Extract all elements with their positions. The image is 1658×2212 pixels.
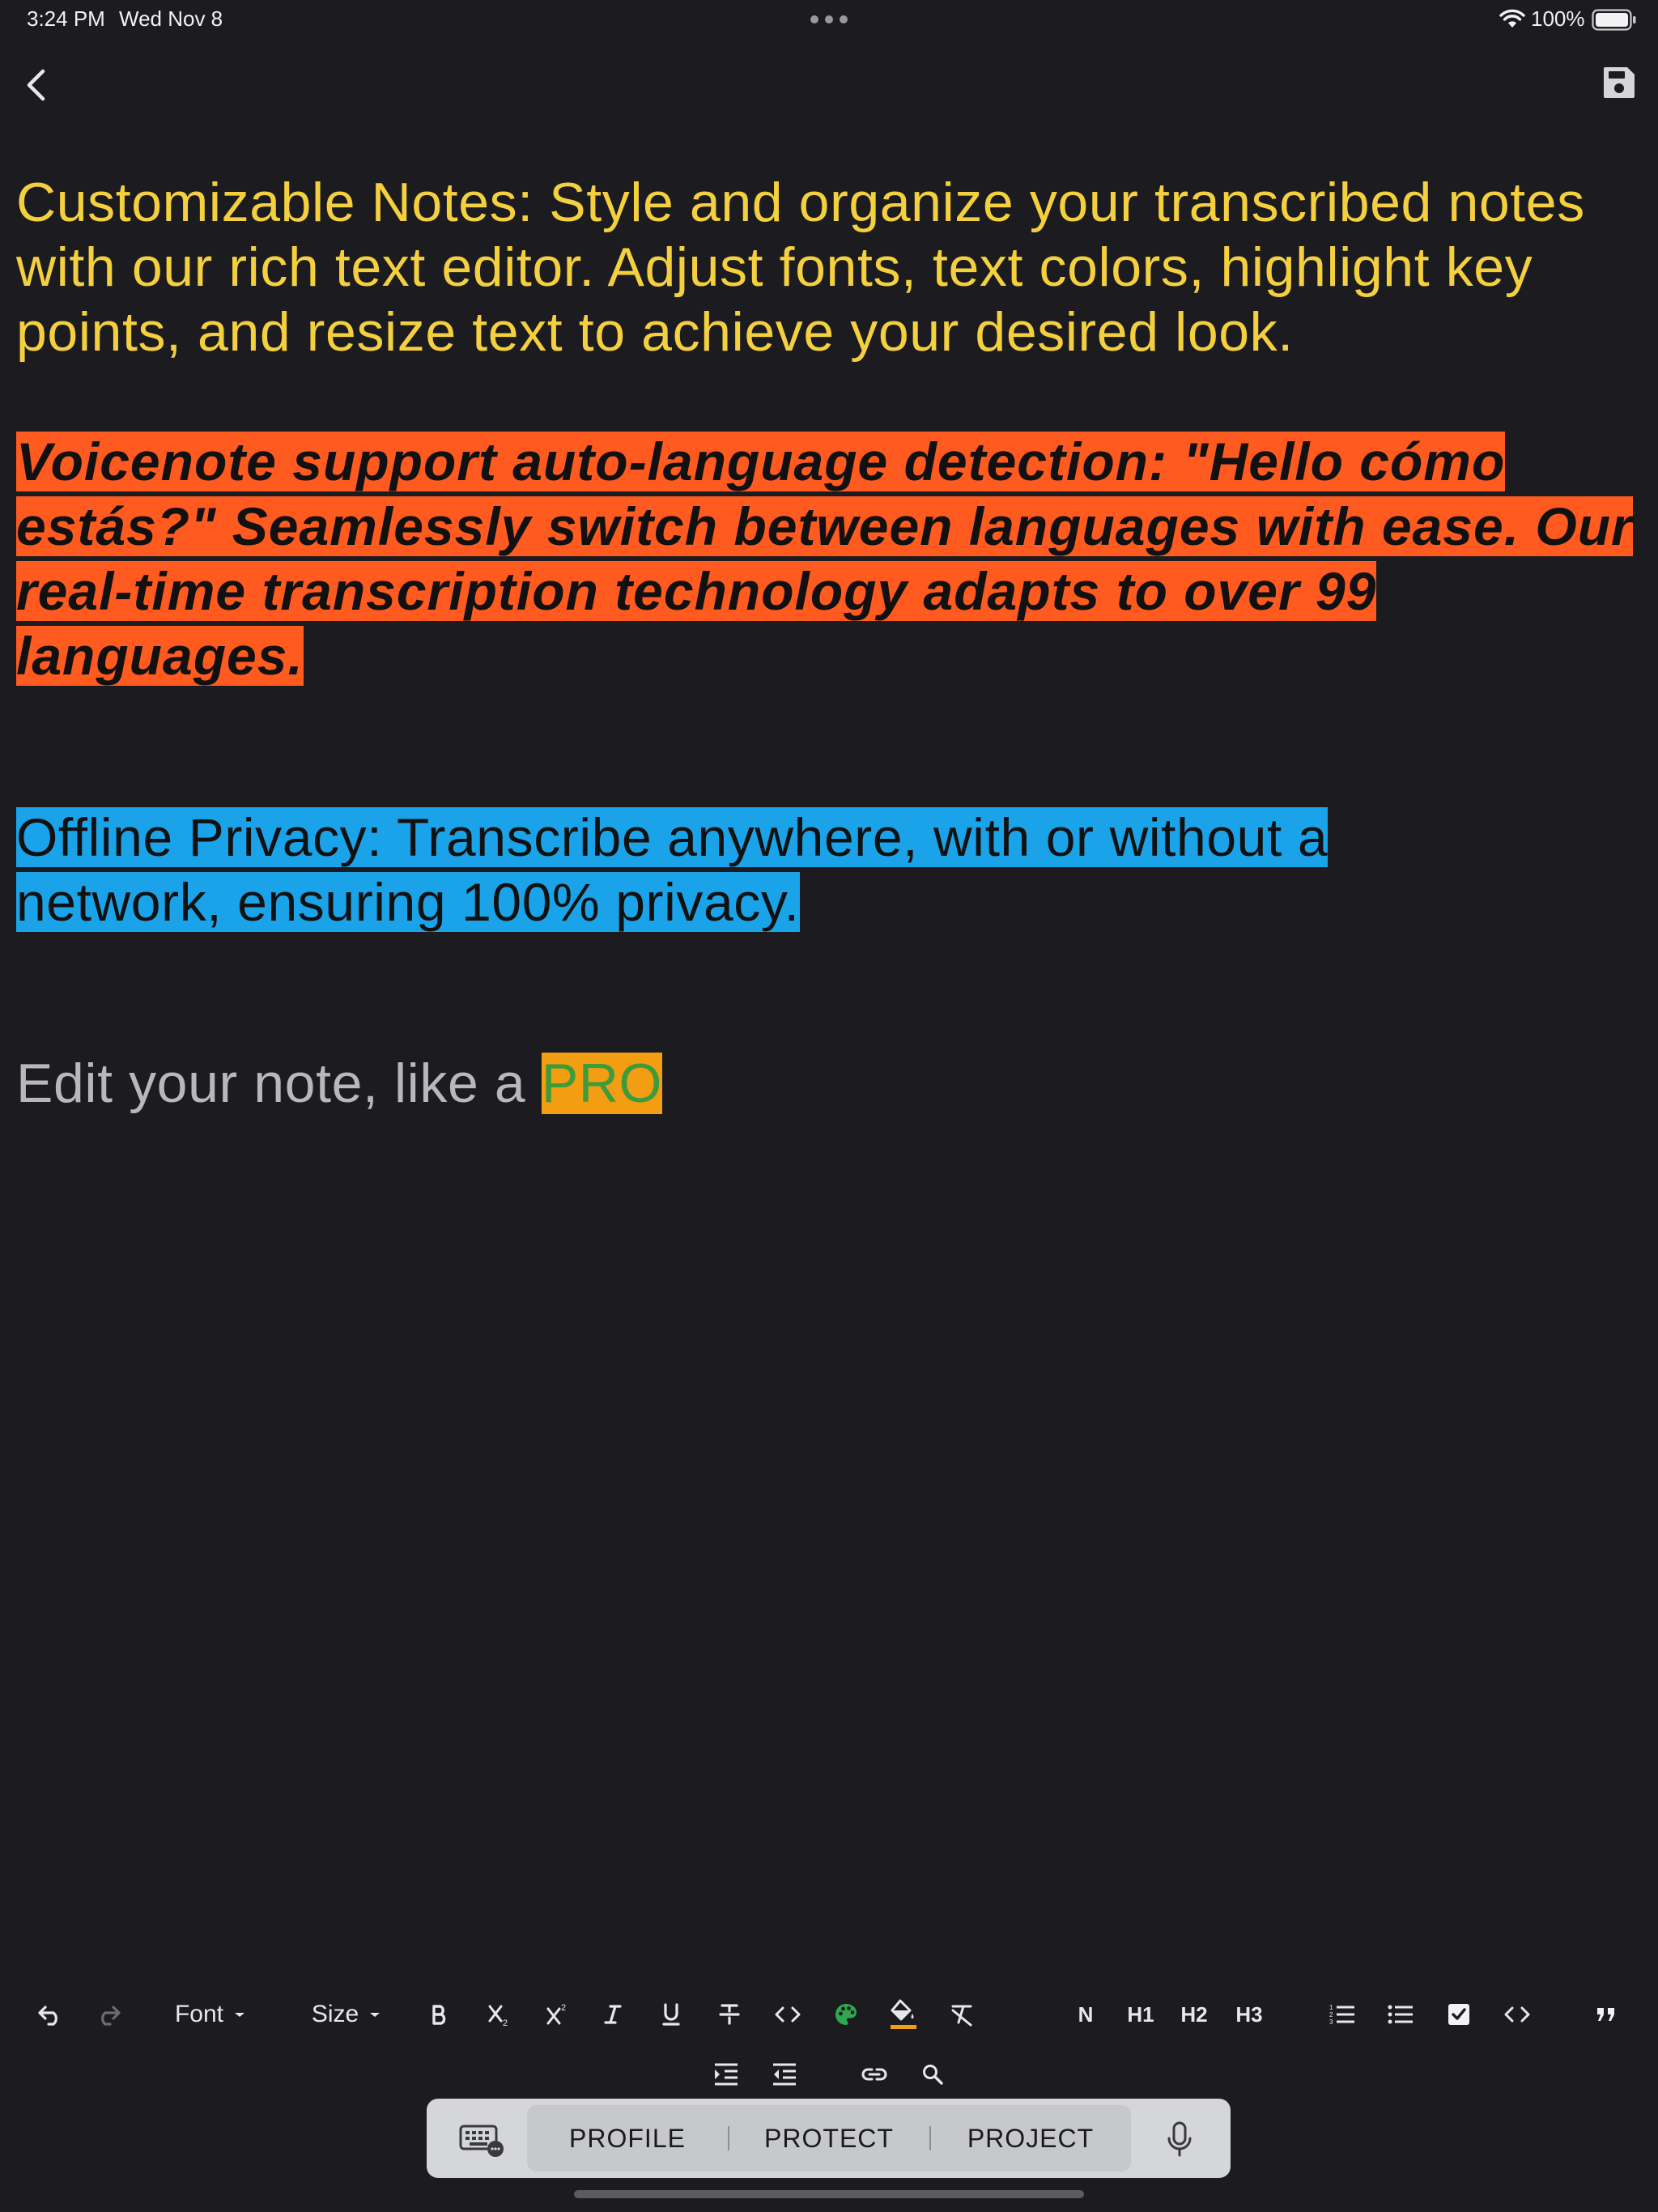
normal-text-button[interactable]: N: [1069, 1985, 1103, 2044]
bullet-list-icon[interactable]: [1383, 1985, 1418, 2044]
multitasking-dots-icon[interactable]: [810, 15, 848, 23]
font-dropdown[interactable]: Font: [167, 1985, 256, 2044]
pro-line-prefix: Edit your note, like a: [16, 1053, 542, 1114]
suggestion-group: PROFILE PROTECT PROJECT: [527, 2105, 1131, 2172]
quote-icon[interactable]: [1588, 1985, 1624, 2044]
formatting-toolbar: Font Size 2 2 N H1 H2 H3 1 2 3: [0, 1985, 1658, 2044]
heading1-button[interactable]: H1: [1122, 1985, 1159, 2044]
font-dropdown-label: Font: [174, 2001, 224, 2027]
fill-color-icon[interactable]: [886, 1985, 921, 2044]
svg-text:2: 2: [1329, 2011, 1333, 2018]
ordered-list-icon[interactable]: 123: [1324, 1985, 1360, 2044]
save-button[interactable]: [1602, 66, 1636, 100]
svg-text:1: 1: [1329, 2004, 1333, 2011]
wifi-icon: [1499, 9, 1525, 28]
home-indicator[interactable]: [574, 2190, 1084, 2198]
heading1-label: H1: [1127, 2001, 1154, 2027]
keyboard-suggestion-bar: PROFILE PROTECT PROJECT: [427, 2099, 1231, 2178]
checklist-icon[interactable]: [1441, 1985, 1477, 2044]
svg-text:2: 2: [503, 2018, 508, 2027]
heading2-label: H2: [1180, 2001, 1208, 2027]
note-paragraph-pro[interactable]: Edit your note, like a PRO: [16, 1051, 1643, 1116]
caret-down-icon: [370, 2013, 380, 2017]
orange-highlight-text[interactable]: Voicenote support auto-language detectio…: [16, 432, 1633, 686]
battery-icon: [1592, 9, 1636, 31]
superscript-icon[interactable]: 2: [541, 1985, 575, 2044]
battery-percent: 100%: [1531, 6, 1585, 31]
heading2-button[interactable]: H2: [1175, 1985, 1213, 2044]
status-bar: 3:24 PM Wed Nov 8 100%: [0, 0, 1658, 39]
suggestion-1[interactable]: PROFILE: [527, 2105, 728, 2172]
size-dropdown[interactable]: Size: [306, 1985, 389, 2044]
pro-highlight[interactable]: PRO: [541, 1053, 662, 1114]
heading3-button[interactable]: H3: [1231, 1985, 1268, 2044]
status-date: Wed Nov 8: [119, 6, 223, 31]
search-icon[interactable]: [915, 2048, 950, 2100]
note-editor[interactable]: Customizable Notes: Style and organize y…: [16, 170, 1643, 1116]
note-paragraph-styled[interactable]: Customizable Notes: Style and organize y…: [16, 170, 1627, 364]
code-block-icon[interactable]: [1499, 1985, 1535, 2044]
link-icon[interactable]: [857, 2048, 892, 2100]
microphone-icon[interactable]: [1163, 2116, 1196, 2160]
blue-highlight-text[interactable]: Offline Privacy: Transcribe anywhere, wi…: [16, 807, 1329, 932]
status-time: 3:24 PM: [27, 6, 105, 31]
caret-down-icon: [235, 2013, 245, 2017]
undo-icon[interactable]: [32, 1985, 68, 2044]
note-paragraph-highlighted-orange[interactable]: Voicenote support auto-language detectio…: [16, 429, 1643, 688]
heading3-label: H3: [1235, 2001, 1263, 2027]
underline-icon[interactable]: [654, 1985, 688, 2044]
keyboard-icon[interactable]: [459, 2116, 506, 2160]
suggestion-3[interactable]: PROJECT: [930, 2105, 1131, 2172]
bold-icon[interactable]: [423, 1985, 457, 2044]
palette-icon[interactable]: [829, 1985, 863, 2044]
outdent-icon[interactable]: [767, 2048, 801, 2100]
strikethrough-icon[interactable]: [712, 1985, 746, 2044]
clear-format-icon[interactable]: [944, 1985, 980, 2044]
size-dropdown-label: Size: [311, 2001, 359, 2027]
italic-icon[interactable]: [596, 1985, 630, 2044]
formatting-toolbar-row2: [0, 2048, 1658, 2100]
indent-icon[interactable]: [709, 2048, 743, 2100]
svg-text:3: 3: [1329, 2018, 1333, 2026]
note-paragraph-highlighted-blue[interactable]: Offline Privacy: Transcribe anywhere, wi…: [16, 805, 1473, 934]
normal-text-label: N: [1078, 2001, 1094, 2027]
code-icon[interactable]: [771, 1985, 805, 2044]
subscript-icon[interactable]: 2: [483, 1985, 517, 2044]
svg-text:2: 2: [561, 2003, 566, 2013]
suggestion-2[interactable]: PROTECT: [729, 2105, 929, 2172]
redo-icon[interactable]: [91, 1985, 126, 2044]
back-button[interactable]: [18, 65, 55, 105]
